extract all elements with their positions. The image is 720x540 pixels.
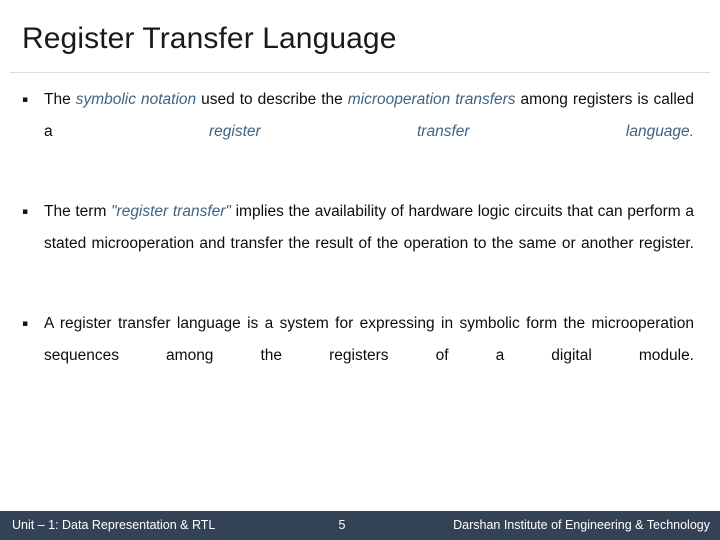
footer-unit-label: Unit – 1: Data Representation & RTL (12, 518, 216, 532)
bullet-run-emphasis: register transfer language (208, 123, 690, 140)
slide-body: ▪ The symbolic notation used to describe… (18, 84, 694, 404)
bullet-text: The term "register transfer" implies the… (44, 196, 694, 292)
list-item: ▪ The symbolic notation used to describe… (18, 84, 694, 180)
slide-footer: Unit – 1: Data Representation & RTL 5 Da… (0, 511, 720, 540)
slide-number: 5 (338, 518, 346, 532)
bullet-marker-icon: ▪ (22, 95, 29, 105)
bullet-run: The (44, 91, 76, 108)
bullet-run: used to describe the (196, 91, 348, 108)
bullet-run-emphasis: "register transfer" (111, 203, 231, 220)
bullet-marker-icon: ▪ (22, 207, 29, 217)
bullet-text: The symbolic notation used to describe t… (44, 84, 694, 180)
footer-institute-label: Darshan Institute of Engineering & Techn… (453, 518, 710, 532)
bullet-run: The term (44, 203, 112, 220)
bullet-run: A register transfer language is a system… (44, 315, 694, 364)
title-divider (10, 72, 710, 73)
slide-title-area: Register Transfer Language (0, 0, 720, 74)
list-item: ▪ The term "register transfer" implies t… (18, 196, 694, 292)
page-title: Register Transfer Language (22, 22, 397, 55)
list-item: ▪ A register transfer language is a syst… (18, 308, 694, 404)
bullet-run-emphasis: . (689, 123, 694, 140)
bullet-run-emphasis: microoperation transfers (347, 91, 516, 108)
slide: Register Transfer Language ▪ The symboli… (0, 0, 720, 540)
bullet-text: A register transfer language is a system… (44, 308, 694, 404)
bullet-marker-icon: ▪ (22, 319, 29, 329)
bullet-run-emphasis: symbolic notation (75, 91, 197, 108)
